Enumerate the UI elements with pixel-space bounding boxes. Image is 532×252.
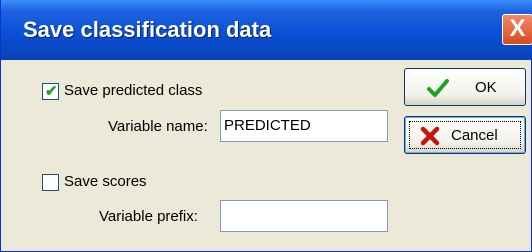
variable-name-label: Variable name:	[108, 118, 208, 135]
cancel-button-label: Cancel	[451, 127, 498, 144]
dialog-window: Save classification data X ✔ Save predic…	[0, 0, 532, 252]
x-mark-icon	[420, 126, 440, 146]
ok-button-label: OK	[475, 79, 497, 96]
close-icon: X	[509, 15, 526, 42]
window-title: Save classification data	[23, 17, 272, 42]
variable-name-input[interactable]: PREDICTED	[220, 110, 388, 142]
checkmark-icon	[427, 79, 449, 97]
save-scores-checkbox[interactable]	[42, 174, 59, 191]
check-icon: ✔	[45, 83, 58, 100]
save-scores-label: Save scores	[64, 173, 147, 190]
save-predicted-class-checkbox[interactable]: ✔	[42, 83, 59, 100]
dialog-body: ✔ Save predicted class Variable name: PR…	[5, 60, 529, 248]
title-bar[interactable]: Save classification data X	[1, 0, 532, 60]
variable-prefix-input[interactable]	[220, 200, 388, 232]
variable-prefix-label: Variable prefix:	[99, 208, 198, 225]
save-predicted-class-label: Save predicted class	[64, 82, 203, 99]
cancel-button[interactable]: Cancel	[404, 116, 526, 154]
close-button[interactable]: X	[502, 14, 532, 45]
ok-button[interactable]: OK	[404, 68, 526, 106]
